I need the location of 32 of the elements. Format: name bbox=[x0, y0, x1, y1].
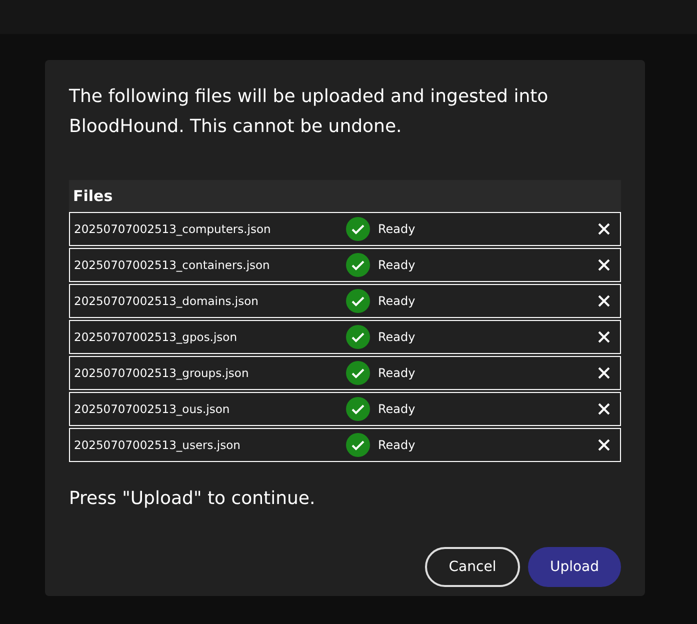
file-name: 20250707002513_gpos.json bbox=[74, 330, 238, 344]
file-name: 20250707002513_groups.json bbox=[74, 366, 250, 380]
upload-button[interactable]: Upload bbox=[528, 547, 621, 587]
remove-button[interactable] bbox=[596, 437, 612, 453]
status-text: Ready bbox=[378, 402, 416, 416]
status-text: Ready bbox=[378, 222, 416, 236]
remove-button[interactable] bbox=[596, 293, 612, 309]
close-icon bbox=[598, 331, 610, 343]
file-name: 20250707002513_users.json bbox=[74, 438, 242, 452]
status-text: Ready bbox=[378, 258, 416, 272]
status-text: Ready bbox=[378, 330, 416, 344]
remove-button[interactable] bbox=[596, 401, 612, 417]
status-text: Ready bbox=[378, 294, 416, 308]
file-name: 20250707002513_domains.json bbox=[74, 294, 260, 308]
continue-prompt: Press "Upload" to continue. bbox=[69, 488, 316, 509]
close-icon bbox=[598, 223, 610, 235]
close-icon bbox=[598, 403, 610, 415]
file-name: 20250707002513_computers.json bbox=[74, 222, 272, 236]
remove-button[interactable] bbox=[596, 329, 612, 345]
status-text: Ready bbox=[378, 438, 416, 452]
cancel-button[interactable]: Cancel bbox=[425, 547, 520, 587]
status-text: Ready bbox=[378, 366, 416, 380]
remove-button[interactable] bbox=[596, 221, 612, 237]
remove-button[interactable] bbox=[596, 257, 612, 273]
file-name: 20250707002513_containers.json bbox=[74, 258, 271, 272]
remove-button[interactable] bbox=[596, 365, 612, 381]
close-icon bbox=[598, 367, 610, 379]
close-icon bbox=[598, 295, 610, 307]
close-icon bbox=[598, 259, 610, 271]
dialog-message: The following files will be uploaded and ingested into BloodHound. This cannot be undone. bbox=[69, 85, 550, 139]
close-icon bbox=[598, 439, 610, 451]
file-name: 20250707002513_ous.json bbox=[74, 402, 231, 416]
